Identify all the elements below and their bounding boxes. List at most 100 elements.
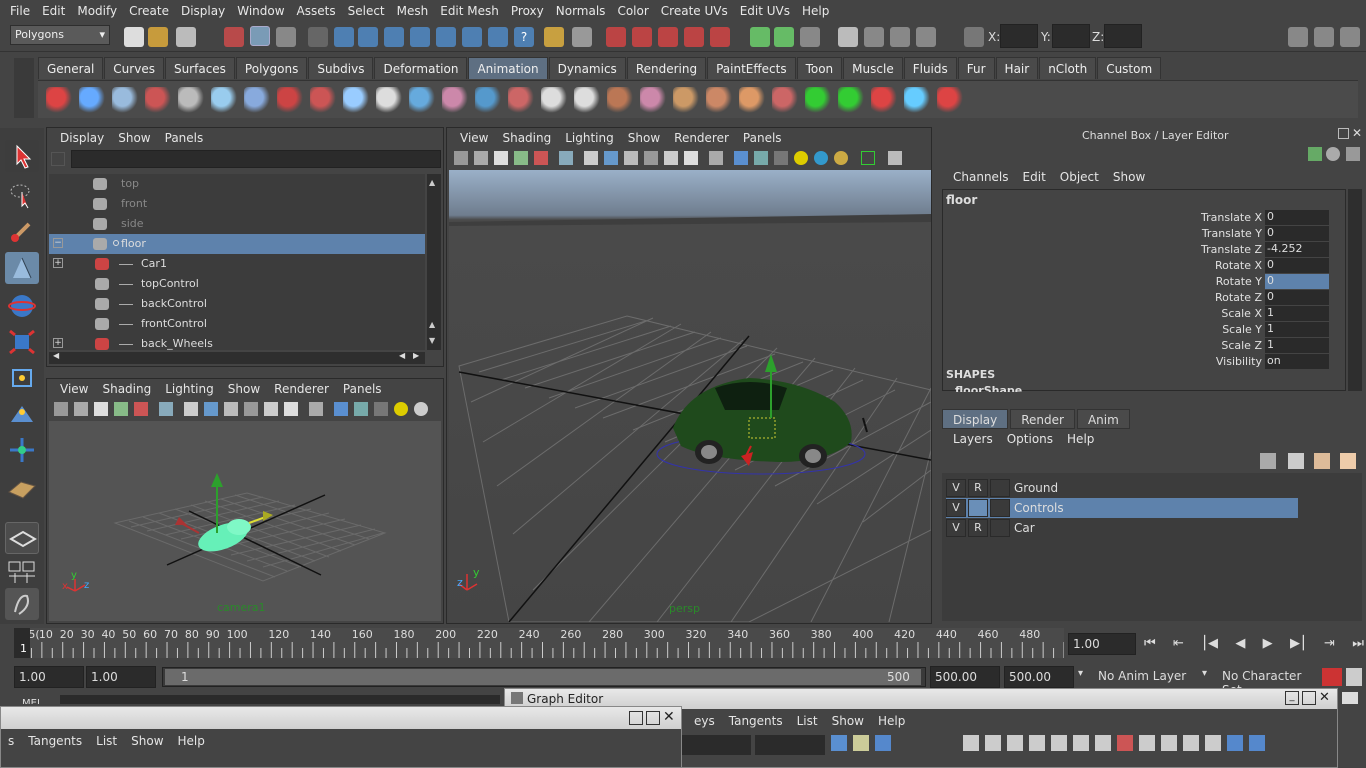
tool-settings-icon[interactable] (1314, 27, 1334, 47)
menu-edit-uvs[interactable]: Edit UVs (734, 4, 796, 18)
graph-editor-menu-tangents[interactable]: Tangents (722, 714, 790, 728)
shelf-tab-ncloth[interactable]: nCloth (1039, 57, 1097, 79)
gate-mask-icon[interactable] (624, 151, 638, 165)
menu-edit[interactable]: Edit (36, 4, 71, 18)
toolbar-icon[interactable] (864, 27, 884, 47)
bookmark-icon[interactable] (494, 151, 508, 165)
image-plane-icon[interactable] (114, 402, 128, 416)
range-slider[interactable]: 1 500 (162, 667, 926, 687)
floating-window-menu-show[interactable]: Show (124, 734, 170, 748)
shelf-tool-27-icon[interactable] (904, 87, 930, 113)
menu-create[interactable]: Create (123, 4, 175, 18)
expand-icon[interactable]: + (53, 258, 63, 268)
resolution-gate-icon[interactable] (204, 402, 218, 416)
outliner-hscrollbar[interactable]: ◀ ◀ ▶ (49, 351, 425, 364)
graph-editor-menu-show[interactable]: Show (825, 714, 871, 728)
shelf-tool-12-icon[interactable] (409, 87, 435, 113)
minimize-icon[interactable] (629, 711, 643, 725)
shelf-tab-muscle[interactable]: Muscle (843, 57, 903, 79)
close-icon[interactable]: ✕ (1352, 126, 1362, 140)
channel-row-rotate-z[interactable]: Rotate Z0 (943, 289, 1343, 305)
snap-grid-icon[interactable] (334, 27, 354, 47)
channel-row-scale-y[interactable]: Scale Y1 (943, 321, 1343, 337)
magnet2-icon[interactable] (632, 27, 652, 47)
channel-row-translate-x[interactable]: Translate X0 (943, 209, 1343, 225)
layer-row-controls[interactable]: V Controls (946, 498, 1298, 518)
channel-value[interactable]: -4.252 (1265, 241, 1329, 257)
current-time-field[interactable]: 1.00 (1068, 633, 1136, 655)
grid-icon[interactable] (159, 402, 173, 416)
smooth-shade-icon[interactable] (334, 402, 348, 416)
shelf-tab-subdivs[interactable]: Subdivs (308, 57, 374, 79)
layer-color-swatch[interactable] (990, 479, 1010, 497)
shadows-icon[interactable] (414, 402, 428, 416)
persp-menu-renderer[interactable]: Renderer (667, 131, 736, 145)
2d-pan-icon[interactable] (534, 151, 548, 165)
resolution-gate-icon[interactable] (604, 151, 618, 165)
end-time-field[interactable]: 500.00 (1004, 666, 1074, 688)
floating-window-menu-s[interactable]: s (1, 734, 21, 748)
smooth-shade-icon[interactable] (734, 151, 748, 165)
menu-mesh[interactable]: Mesh (391, 4, 435, 18)
channel-box-menu-edit[interactable]: Edit (1016, 170, 1053, 184)
persp-menu-panels[interactable]: Panels (736, 131, 789, 145)
layer-row-ground[interactable]: V R Ground (946, 478, 1298, 498)
universal-manip-icon[interactable] (5, 362, 39, 394)
shelf-tool-21-icon[interactable] (706, 87, 732, 113)
ge-field-1[interactable] (681, 735, 751, 755)
toolbar3-icon[interactable] (916, 27, 936, 47)
y-field[interactable] (1052, 24, 1090, 48)
add-to-layer-icon[interactable] (1340, 453, 1356, 469)
channel-box-icon[interactable] (1340, 27, 1360, 47)
safe-title-icon[interactable] (684, 151, 698, 165)
new-layer-icon[interactable] (1260, 453, 1276, 469)
layer-type-toggle[interactable]: R (968, 519, 988, 537)
layer-visibility-toggle[interactable]: V (946, 519, 966, 537)
ge-tool-15-icon[interactable] (1205, 735, 1221, 751)
xray-icon[interactable] (888, 151, 902, 165)
channel-box-menu-show[interactable]: Show (1106, 170, 1152, 184)
x-field[interactable] (1000, 24, 1038, 48)
ge-tool-2-icon[interactable] (853, 735, 869, 751)
outliner-filter-icon[interactable] (51, 152, 65, 166)
snap-toggle-icon[interactable] (308, 27, 328, 47)
rotate-tool-icon[interactable] (5, 290, 39, 322)
new-empty-layer-icon[interactable] (1314, 453, 1330, 469)
shelf-tab-hair[interactable]: Hair (995, 57, 1039, 79)
range-slider-bar[interactable] (165, 669, 921, 685)
step-back-key-icon[interactable]: ⇤ (1173, 636, 1184, 654)
floating-window-menu-list[interactable]: List (89, 734, 124, 748)
menu-edit-mesh[interactable]: Edit Mesh (434, 4, 505, 18)
shelf-tab-surfaces[interactable]: Surfaces (164, 57, 235, 79)
channel-row-translate-z[interactable]: Translate Z -4.252 (943, 241, 1343, 257)
select-object-icon[interactable] (250, 26, 270, 46)
film-gate-icon[interactable] (184, 402, 198, 416)
shelf-tool-3-icon[interactable] (112, 87, 138, 113)
channel-row-scale-x[interactable]: Scale X1 (943, 305, 1343, 321)
select-component-icon[interactable] (276, 27, 296, 47)
shelf-tool-15-icon[interactable] (508, 87, 534, 113)
channel-row-scale-z[interactable]: Scale Z1 (943, 337, 1343, 353)
shelf-tool-17-icon[interactable] (574, 87, 600, 113)
soft-mod-icon[interactable] (5, 398, 39, 430)
channel-icon-1[interactable] (1308, 147, 1322, 161)
layer-type-toggle[interactable]: R (968, 479, 988, 497)
channel-value[interactable]: 1 (1265, 337, 1329, 353)
outliner-item[interactable]: side (49, 214, 425, 234)
outliner-item[interactable]: topControl (49, 274, 425, 294)
safe-title-icon[interactable] (284, 402, 298, 416)
menu-help[interactable]: Help (796, 4, 835, 18)
layer-type-toggle[interactable] (968, 499, 988, 517)
menu-normals[interactable]: Normals (550, 4, 612, 18)
single-pane-layout-icon[interactable] (5, 522, 39, 554)
ge-tool-17-icon[interactable] (1249, 735, 1265, 751)
persp-menu-view[interactable]: View (453, 131, 495, 145)
minimize-icon[interactable]: _ (1285, 691, 1299, 705)
layer-tab-display[interactable]: Display (942, 409, 1009, 429)
ge-tool-3-icon[interactable] (875, 735, 891, 751)
channel-row-rotate-y[interactable]: Rotate Y0 (943, 273, 1343, 289)
film-gate-icon[interactable] (584, 151, 598, 165)
graph-editor-menu-help[interactable]: Help (871, 714, 912, 728)
layer-editor-menu-layers[interactable]: Layers (946, 432, 1000, 446)
layer-tab-anim[interactable]: Anim (1076, 409, 1130, 429)
